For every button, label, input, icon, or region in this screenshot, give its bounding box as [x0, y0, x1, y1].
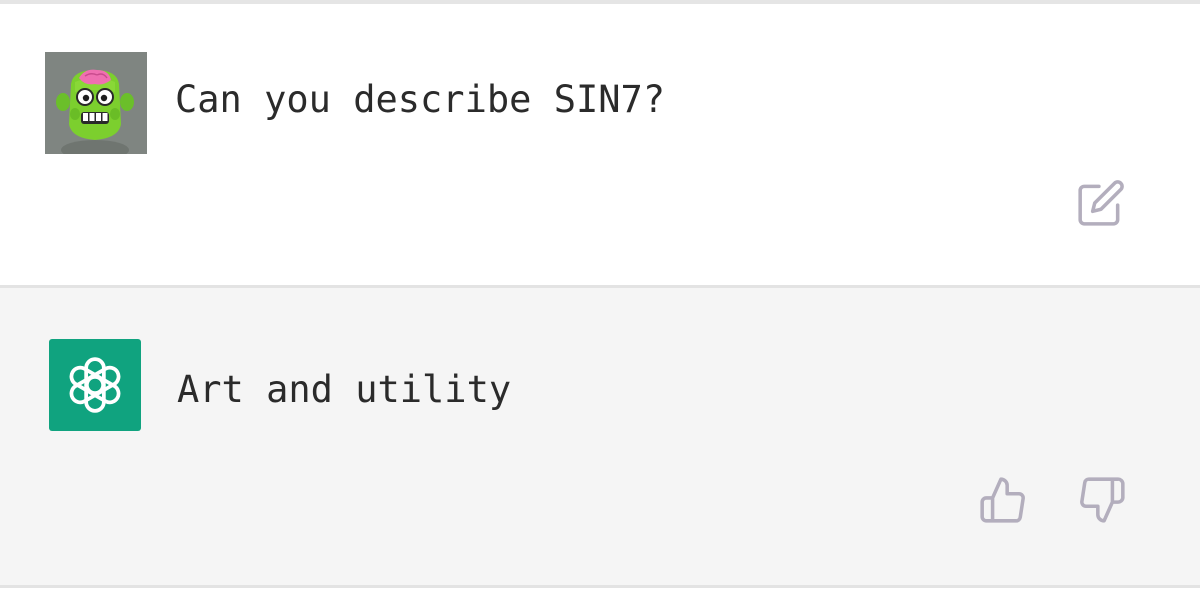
assistant-message: Art and utility — [0, 288, 1200, 588]
user-message: Can you describe SIN7? — [0, 4, 1200, 288]
edit-button[interactable] — [1074, 176, 1128, 230]
user-message-text: Can you describe SIN7? — [175, 78, 666, 121]
user-avatar — [45, 52, 147, 154]
thumbs-up-icon — [980, 477, 1025, 523]
assistant-avatar — [49, 339, 141, 431]
thumbs-down-icon — [1080, 477, 1125, 523]
openai-logo-icon — [69, 357, 121, 413]
thumbs-down-button[interactable] — [1074, 472, 1130, 528]
green-monster-avatar — [45, 52, 147, 154]
assistant-message-text: Art and utility — [177, 368, 512, 411]
conversation-thread: Can you describe SIN7? Art and utility — [0, 0, 1200, 594]
thumbs-up-button[interactable] — [975, 472, 1031, 528]
edit-icon — [1078, 180, 1124, 226]
